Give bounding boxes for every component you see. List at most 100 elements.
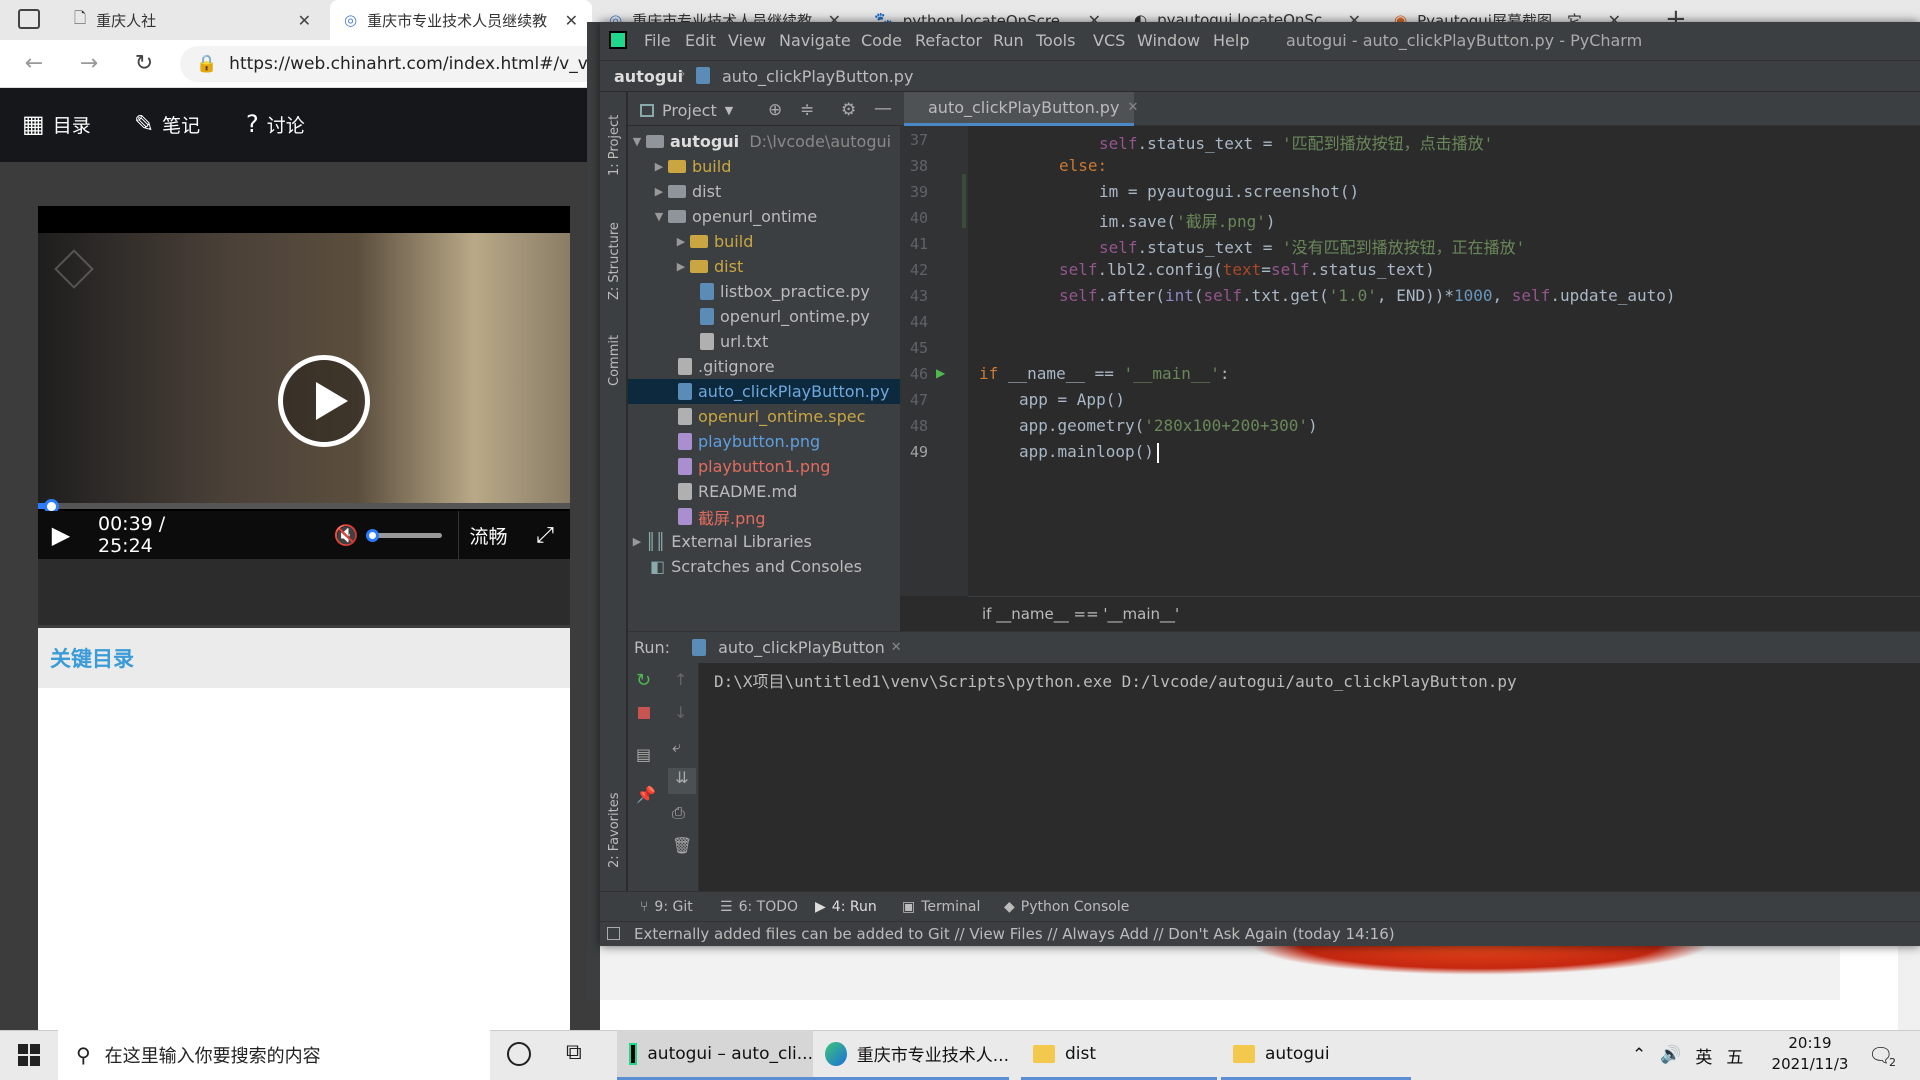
nav-discuss[interactable]: ? 讨论	[246, 110, 305, 138]
tree-item-selected[interactable]: auto_clickPlayButton.py	[678, 379, 889, 404]
editor-tab-active[interactable]: auto_clickPlayButton.py ✕	[904, 92, 1138, 126]
menu-tools[interactable]: Tools	[1036, 31, 1075, 50]
toolwin-python-console[interactable]: ◆ Python Console	[1004, 899, 1129, 915]
menu-help[interactable]: Help	[1213, 31, 1249, 50]
toolwin-run[interactable]: ▶ 4: Run	[815, 899, 877, 915]
taskbar-app-folder[interactable]: dist	[1021, 1030, 1217, 1080]
trash-icon[interactable]: 🗑	[672, 836, 692, 855]
tree-item[interactable]: ▶ dist	[650, 179, 721, 204]
toolwin-git[interactable]: ⑂ 9: Git	[640, 899, 693, 915]
play-icon[interactable]: ▶	[38, 511, 84, 559]
up-icon[interactable]: ↑	[674, 670, 687, 689]
tab-title: 重庆人社	[96, 11, 157, 30]
tree-item[interactable]: .gitignore	[678, 354, 775, 379]
menu-view[interactable]: View	[728, 31, 766, 50]
tool-favorites[interactable]: 2: Favorites	[607, 792, 622, 868]
menu-window[interactable]: Window	[1137, 31, 1200, 50]
menu-run[interactable]: Run	[993, 31, 1024, 50]
url-input[interactable]: 🔒 https://web.chinahrt.com/index.html#/v…	[180, 46, 620, 82]
close-icon[interactable]: ✕	[298, 11, 311, 30]
cortana-icon[interactable]	[507, 1042, 531, 1066]
tree-item[interactable]: ▼ openurl_ontime	[650, 204, 817, 229]
taskbar-app-pycharm[interactable]: autogui – auto_cli...	[617, 1030, 813, 1080]
progress-bar[interactable]	[38, 503, 570, 509]
down-icon[interactable]: ↓	[674, 703, 687, 722]
close-icon[interactable]: ✕	[1127, 100, 1138, 115]
close-icon[interactable]: ✕	[891, 640, 902, 655]
scroll-end-icon[interactable]: ⇊	[668, 768, 696, 794]
wrap-icon[interactable]: ⤶	[672, 737, 681, 757]
rerun-icon[interactable]: ↻	[636, 670, 651, 691]
tree-item[interactable]: openurl_ontime.py	[700, 304, 870, 329]
tree-item[interactable]: ▶ build	[650, 154, 732, 179]
locate-icon[interactable]: ⊕	[768, 100, 782, 120]
back-icon[interactable]: ←	[20, 52, 48, 76]
volume-handle[interactable]	[366, 529, 379, 542]
clock[interactable]: 20:19 2021/11/3	[1760, 1033, 1860, 1075]
run-tab[interactable]: auto_clickPlayButton ✕	[692, 638, 902, 657]
tree-item[interactable]: ▶ build	[672, 229, 754, 254]
volume-icon[interactable]: 🔊	[1660, 1045, 1681, 1065]
taskbar-search[interactable]: ⚲ 在这里输入你要搜索的内容	[58, 1030, 490, 1080]
tree-root[interactable]: ▼ autogui D:\lvcode\autogui	[628, 129, 891, 154]
status-text[interactable]: Externally added files can be added to G…	[634, 925, 1395, 943]
tool-commit[interactable]: Commit	[607, 335, 622, 386]
menu-code[interactable]: Code	[861, 31, 902, 50]
tree-item[interactable]: ▶ dist	[672, 254, 743, 279]
chevron-up-icon[interactable]: ⌃	[1632, 1045, 1646, 1065]
menu-navigate[interactable]: Navigate	[779, 31, 851, 50]
forward-icon[interactable]: →	[75, 52, 103, 76]
project-dropdown[interactable]: Project ▼	[640, 101, 733, 120]
tree-item[interactable]: ▶ ║║ External Libraries	[628, 529, 812, 554]
task-view-icon[interactable]: ⧉	[566, 1040, 582, 1065]
grid-icon: ▦	[22, 110, 45, 138]
tree-item[interactable]: url.txt	[700, 329, 768, 354]
page-banner-image	[1250, 945, 1710, 975]
tab-actions-icon[interactable]	[18, 9, 40, 29]
toolwin-label: 6: TODO	[738, 899, 799, 915]
menu-file[interactable]: File	[644, 31, 671, 50]
menu-refactor[interactable]: Refactor	[915, 31, 982, 50]
collapse-icon[interactable]: ≑	[800, 100, 814, 120]
menu-edit[interactable]: Edit	[685, 31, 716, 50]
taskbar-app-edge[interactable]: 重庆市专业技术人...	[813, 1030, 1009, 1080]
menu-vcs[interactable]: VCS	[1093, 31, 1125, 50]
quality-button[interactable]: 流畅	[458, 511, 518, 559]
layout-icon[interactable]: ▤	[636, 745, 651, 764]
gear-icon[interactable]: ⚙	[841, 100, 856, 120]
tree-item[interactable]: listbox_practice.py	[700, 279, 870, 304]
tree-item[interactable]: ◧ Scratches and Consoles	[650, 554, 862, 579]
ime-mode[interactable]: 五	[1726, 1043, 1743, 1068]
tree-item[interactable]: README.md	[678, 479, 797, 504]
tree-item[interactable]: playbutton.png	[678, 429, 820, 454]
reload-icon[interactable]: ↻	[130, 52, 158, 76]
tree-item[interactable]: playbutton1.png	[678, 454, 830, 479]
nav-notes[interactable]: ✎ 笔记	[134, 110, 200, 138]
print-icon[interactable]: ⎙	[672, 803, 685, 823]
code-breadcrumb[interactable]: if __name__ == '__main__'	[968, 596, 1920, 630]
run-console[interactable]	[698, 663, 1920, 891]
toolwin-terminal[interactable]: ▣ Terminal	[902, 899, 980, 915]
ime-indicator[interactable]: 英	[1695, 1043, 1712, 1068]
nav-catalog[interactable]: ▦ 目录	[22, 110, 91, 138]
pin-icon[interactable]: 📌	[636, 785, 656, 804]
browser-tab-active[interactable]: ◎ 重庆市专业技术人员继续教 ✕	[330, 0, 592, 40]
status-toggle-icon[interactable]	[607, 927, 620, 940]
taskbar-app-folder[interactable]: autogui	[1221, 1030, 1411, 1080]
big-play-icon[interactable]	[278, 355, 370, 447]
tree-item[interactable]: openurl_ontime.spec	[678, 404, 865, 429]
nav-file[interactable]: auto_clickPlayButton.py	[696, 67, 913, 86]
nav-project[interactable]: autogui	[614, 67, 683, 86]
tool-project[interactable]: 1: Project	[607, 115, 622, 176]
windows-start-button[interactable]	[0, 1030, 58, 1080]
minimize-icon[interactable]: —	[874, 98, 892, 119]
toolwin-todo[interactable]: ☰ 6: TODO	[720, 899, 798, 915]
mute-icon[interactable]: 🔇	[328, 511, 364, 559]
tree-item[interactable]: 截屏.png	[678, 504, 766, 529]
run-gutter-icon[interactable]: ▶	[936, 366, 945, 380]
close-icon[interactable]: ✕	[565, 11, 578, 30]
fullscreen-icon[interactable]: ⤢	[520, 511, 570, 559]
stop-icon[interactable]	[638, 707, 650, 719]
browser-tab[interactable]: 🗋 重庆人社 ✕	[60, 0, 325, 40]
tool-structure[interactable]: Z: Structure	[607, 222, 622, 300]
